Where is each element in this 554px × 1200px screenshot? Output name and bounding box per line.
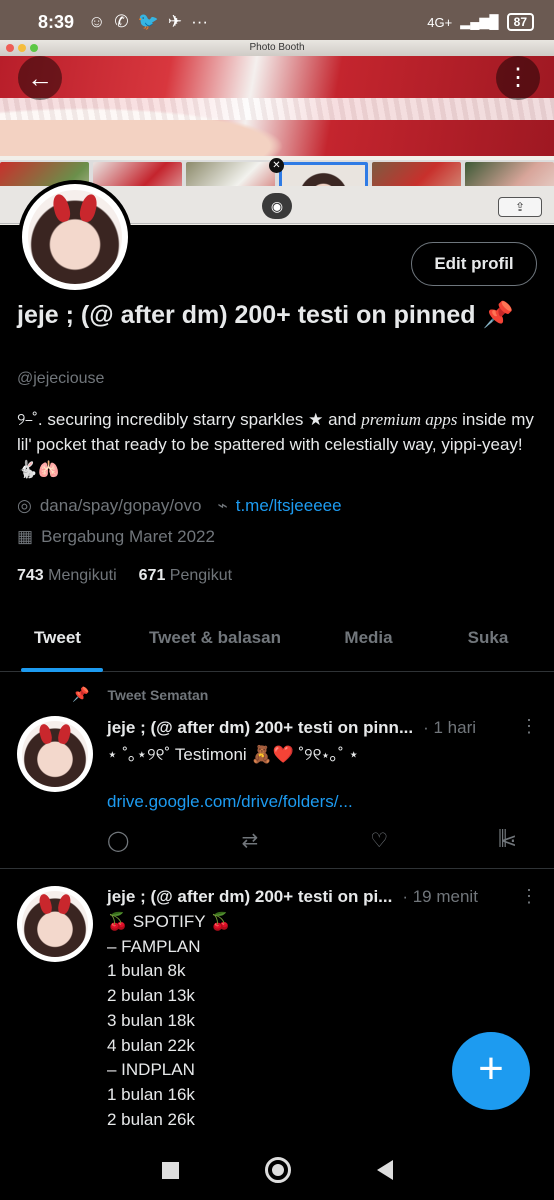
back-button[interactable]: ← — [18, 56, 62, 100]
signal-icon: ▂▄▆█ — [460, 14, 499, 29]
profile-joined-row: ▦ Bergabung Maret 2022 — [17, 527, 215, 547]
tweet-author: jeje ; (@ after dm) 200+ testi on pinn..… — [107, 718, 414, 737]
location-icon: ◎ — [17, 496, 32, 515]
pin-icon: 📌 — [72, 686, 90, 702]
profile-handle: @jejeciouse — [17, 370, 105, 387]
profile-meta-row: ◎ dana/spay/gopay/ovo ⌁ t.me/ltsjeeeee — [17, 496, 342, 516]
tweet-text: ⋆ ˚｡⋆୨୧˚ Testimoni 🧸❤️ ˚୨୧⋆｡˚ ⋆ — [107, 745, 359, 764]
telegram-icon: ✈ — [167, 12, 183, 31]
tweet-actions: ◯ ⇄ ♡ ⋖ — [107, 828, 517, 853]
tweet-author: jeje ; (@ after dm) 200+ testi on pi... — [107, 887, 393, 906]
tweet-link[interactable]: drive.google.com/drive/folders/... — [107, 792, 353, 812]
calendar-icon: ▦ — [17, 527, 34, 546]
profile-tabs: Tweet Tweet & balasan Media Suka — [0, 612, 554, 672]
profile-avatar[interactable] — [18, 180, 132, 294]
home-icon[interactable] — [264, 1157, 291, 1183]
network-indicator: 4G+ — [427, 14, 453, 30]
system-nav-bar — [0, 1140, 554, 1200]
tweet-time: · 19 menit — [402, 887, 478, 906]
tweet-time: · 1 hari — [423, 718, 477, 737]
tweet-header: jeje ; (@ after dm) 200+ testi on pi... … — [107, 887, 478, 907]
thumbnail-close-icon: ✕ — [269, 158, 284, 173]
battery-indicator: 87 — [506, 13, 534, 31]
more-notifications-icon: ··· — [191, 12, 209, 31]
profile-joined: Bergabung Maret 2022 — [41, 527, 215, 546]
whatsapp-icon: ✆ — [114, 12, 129, 31]
tweet-header: jeje ; (@ after dm) 200+ testi on pinn..… — [107, 718, 476, 738]
banner-window-title: Photo Booth — [0, 40, 554, 56]
link-icon: ⌁ — [217, 496, 228, 515]
tab-likes[interactable]: Suka — [422, 612, 554, 672]
follow-stats: 743 Mengikuti 671 Pengikut — [17, 567, 232, 585]
tab-tweet-replies[interactable]: Tweet & balasan — [115, 612, 315, 672]
tab-tweet[interactable]: Tweet — [0, 612, 115, 672]
banner-fur-trim — [0, 98, 554, 120]
tweet-text: 🍒 SPOTIFY 🍒 – FAMPLAN 1 bulan 8k 2 bulan… — [107, 912, 232, 1129]
tweet-more-icon[interactable]: ⋮ — [520, 886, 538, 907]
followers-link[interactable]: 671 Pengikut — [139, 567, 232, 585]
tweet-avatar[interactable] — [17, 886, 93, 962]
tweet-avatar[interactable] — [17, 716, 93, 792]
tweet-more-icon[interactable]: ⋮ — [520, 716, 538, 737]
more-options-button[interactable]: ⋮ — [496, 56, 540, 100]
recent-apps-icon[interactable] — [161, 1161, 179, 1179]
banner-share-icon: ⇪ — [498, 197, 542, 217]
arrow-left-icon: ← — [27, 63, 53, 93]
more-vertical-icon: ⋮ — [506, 64, 530, 91]
compose-tweet-button[interactable]: + — [452, 1032, 530, 1110]
status-time: 8:39 — [38, 11, 75, 32]
profile-location: dana/spay/gopay/ovo — [39, 496, 202, 515]
plus-icon: + — [478, 1044, 504, 1093]
window-controls — [6, 44, 38, 52]
following-link[interactable]: 743 Mengikuti — [17, 567, 117, 585]
profile-link[interactable]: t.me/ltsjeeeee — [236, 496, 342, 516]
analytics-icon[interactable]: ⫼ — [498, 828, 507, 851]
twitter-icon: 🐦 — [137, 12, 159, 31]
notification-app-icon: ☺ — [88, 12, 106, 31]
tweet-divider — [0, 868, 554, 869]
retweet-icon[interactable]: ⇄ — [241, 828, 258, 853]
pinned-label: 📌 Tweet Sematan — [72, 686, 209, 703]
back-nav-icon[interactable] — [376, 1160, 393, 1180]
edit-profile-button[interactable]: Edit profil — [411, 242, 537, 286]
camera-icon: ◉ — [262, 193, 292, 219]
heart-icon[interactable]: ♡ — [370, 828, 388, 853]
profile-bio: ୨⎯˚. securing incredibly starry sparkles… — [17, 410, 534, 479]
status-bar: 8:39 ☺ ✆ 🐦 ✈ ··· 4G+ ▂▄▆█ 87 — [0, 0, 554, 44]
tab-media[interactable]: Media — [315, 612, 422, 672]
reply-icon[interactable]: ◯ — [107, 828, 129, 853]
profile-name: jeje ; (@ after dm) 200+ testi on pinned… — [17, 301, 514, 329]
